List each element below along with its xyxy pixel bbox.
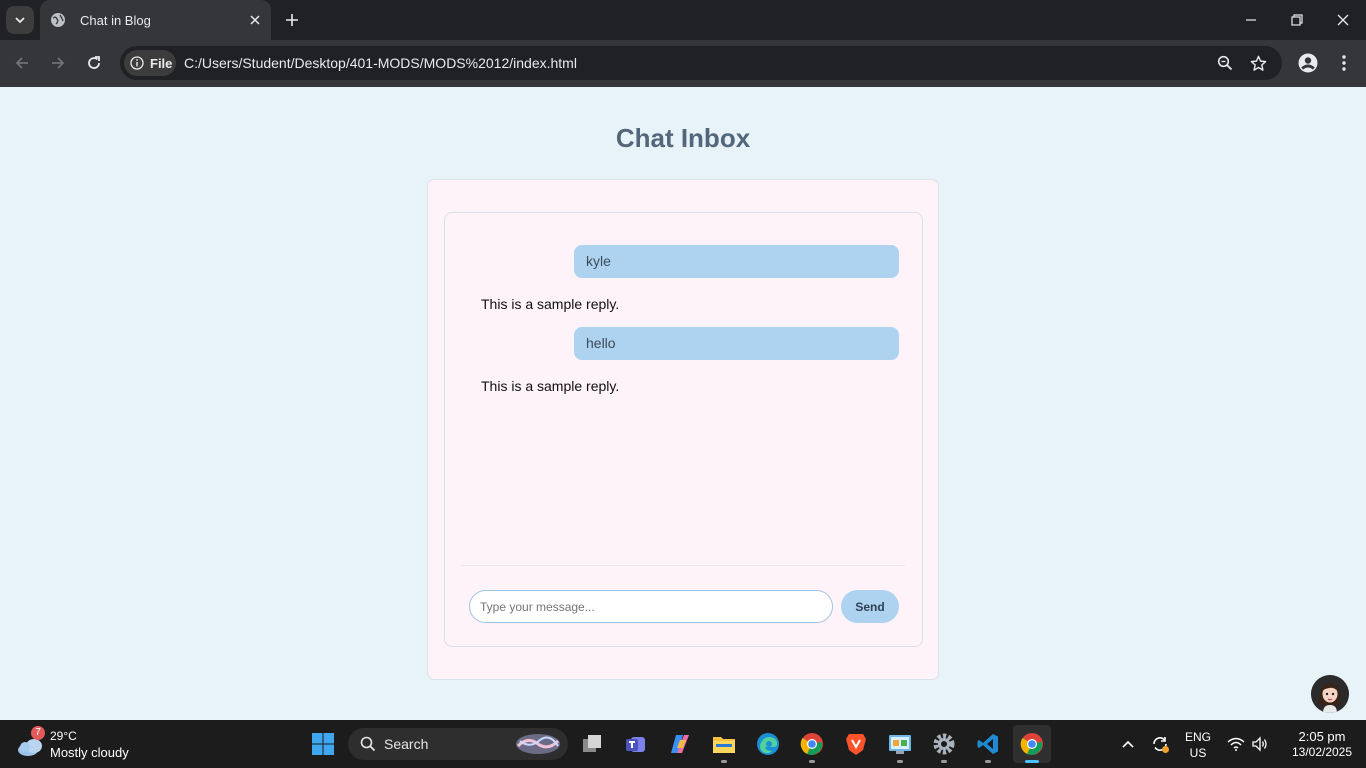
weather-widget[interactable]: 7 29°C Mostly cloudy — [16, 726, 146, 762]
close-window-button[interactable] — [1320, 0, 1366, 40]
send-button[interactable]: Send — [841, 590, 899, 623]
chrome-icon[interactable] — [796, 728, 828, 763]
browser-toolbar: File C:/Users/Student/Desktop/401-MODS/M… — [0, 40, 1366, 87]
sent-message: hello — [574, 327, 899, 360]
avatar-girl-icon — [1311, 675, 1349, 713]
minimize-button[interactable] — [1228, 0, 1274, 40]
url-text[interactable]: C:/Users/Student/Desktop/401-MODS/MODS%2… — [184, 55, 577, 71]
weather-description: Mostly cloudy — [50, 745, 129, 760]
running-indicator — [897, 760, 903, 763]
reply-message: This is a sample reply. — [481, 296, 620, 312]
language-region[interactable]: US — [1182, 746, 1214, 760]
weather-badge: 7 — [31, 726, 45, 740]
more-vertical-icon — [1342, 55, 1346, 71]
tab-title: Chat in Blog — [80, 12, 151, 28]
search-icon — [360, 736, 376, 752]
browser-tab[interactable]: Chat in Blog — [40, 0, 271, 40]
composer-divider — [461, 565, 905, 566]
message-list: kyle This is a sample reply. hello This … — [445, 213, 922, 565]
task-view-icon[interactable] — [576, 728, 608, 760]
running-indicator — [721, 760, 727, 763]
control-panel-icon[interactable] — [884, 728, 916, 763]
search-label: Search — [384, 736, 429, 752]
forward-button[interactable] — [43, 48, 73, 78]
weather-temperature: 29°C — [50, 729, 77, 743]
profile-icon — [1298, 53, 1318, 73]
tab-search-button[interactable] — [6, 6, 34, 34]
page-title: Chat Inbox — [615, 123, 751, 153]
file-chip-label: File — [150, 55, 173, 71]
clock-date[interactable]: 13/02/2025 — [1280, 745, 1364, 759]
arrow-left-icon — [15, 57, 28, 69]
address-bar[interactable]: File C:/Users/Student/Desktop/401-MODS/M… — [120, 46, 1282, 80]
search-highlight-icon — [516, 734, 560, 754]
site-info-chip[interactable]: File — [124, 50, 176, 76]
vscode-icon[interactable] — [972, 728, 1004, 763]
restore-button[interactable] — [1274, 0, 1320, 40]
browser-menu-button[interactable] — [1329, 48, 1359, 78]
running-indicator — [941, 760, 947, 763]
windows-logo-icon — [312, 733, 334, 755]
close-icon — [1337, 14, 1349, 26]
arrow-right-icon — [52, 57, 65, 69]
settings-gear-icon[interactable] — [928, 728, 960, 763]
taskbar-search[interactable]: Search — [348, 728, 568, 760]
new-tab-button[interactable] — [280, 8, 304, 32]
chat-box: kyle This is a sample reply. hello This … — [444, 212, 923, 647]
active-indicator — [1025, 760, 1039, 763]
sync-icon[interactable] — [1144, 728, 1176, 760]
language-code[interactable]: ENG — [1182, 730, 1214, 744]
bookmark-star-icon[interactable] — [1247, 52, 1269, 74]
copilot-icon[interactable] — [664, 728, 696, 760]
globe-icon — [50, 12, 66, 28]
restore-icon — [1291, 14, 1303, 26]
reply-message: This is a sample reply. — [481, 378, 620, 394]
chevron-down-icon — [15, 17, 25, 24]
sent-message: kyle — [574, 245, 899, 278]
teams-icon[interactable] — [620, 728, 652, 760]
edge-icon[interactable] — [752, 728, 784, 760]
running-indicator — [985, 760, 991, 763]
running-indicator — [809, 760, 815, 763]
chat-container: kyle This is a sample reply. hello This … — [427, 179, 939, 680]
file-explorer-icon[interactable] — [708, 728, 740, 763]
reload-icon — [88, 56, 100, 69]
zoom-icon[interactable] — [1214, 52, 1236, 74]
tab-close-icon[interactable] — [245, 10, 265, 30]
reload-button[interactable] — [79, 48, 109, 78]
avatar[interactable] — [1311, 675, 1349, 713]
taskbar: 7 29°C Mostly cloudy Search ENG US 2:05 … — [0, 720, 1366, 768]
minimize-icon — [1246, 19, 1256, 21]
clock-time[interactable]: 2:05 pm — [1280, 729, 1364, 744]
back-button[interactable] — [7, 48, 37, 78]
browser-tab-bar: Chat in Blog — [0, 0, 1366, 40]
volume-icon[interactable] — [1244, 728, 1276, 760]
start-button[interactable] — [307, 728, 339, 760]
message-input[interactable] — [469, 590, 833, 623]
plus-icon — [286, 14, 298, 26]
profile-button[interactable] — [1293, 48, 1323, 78]
page-viewport: Chat Inbox kyle This is a sample reply. … — [0, 87, 1366, 720]
chrome-active-icon[interactable] — [1013, 725, 1051, 763]
tray-chevron-up-icon[interactable] — [1112, 728, 1144, 760]
info-icon — [130, 56, 144, 70]
brave-icon[interactable] — [840, 728, 872, 760]
